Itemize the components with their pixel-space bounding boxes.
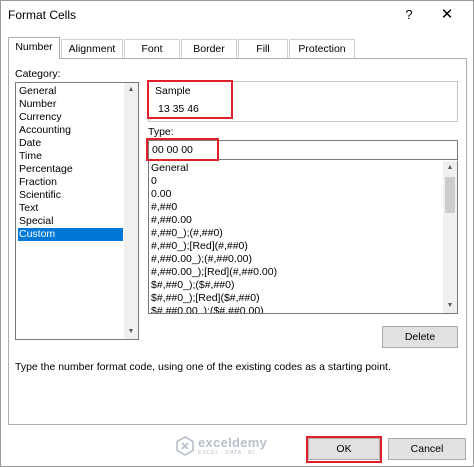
- tab-alignment[interactable]: Alignment: [61, 39, 123, 58]
- category-item-general[interactable]: General: [18, 85, 123, 98]
- category-item-number[interactable]: Number: [18, 98, 123, 111]
- format-item[interactable]: #,##0: [151, 201, 177, 214]
- type-highlight-box: [146, 138, 219, 161]
- format-item[interactable]: $#,##0_);($#,##0): [151, 279, 234, 292]
- tab-number[interactable]: Number: [8, 37, 60, 59]
- category-item-time[interactable]: Time: [18, 150, 123, 163]
- tab-protection[interactable]: Protection: [289, 39, 355, 58]
- dialog-title: Format Cells: [8, 8, 77, 22]
- format-item[interactable]: #,##0_);[Red](#,##0): [151, 240, 248, 253]
- ok-highlight-box: [306, 436, 382, 463]
- format-item[interactable]: 0: [151, 175, 157, 188]
- category-item-fraction[interactable]: Fraction: [18, 176, 123, 189]
- format-item[interactable]: #,##0.00_);[Red](#,##0.00): [151, 266, 277, 279]
- tab-font[interactable]: Font: [124, 39, 180, 58]
- category-item-date[interactable]: Date: [18, 137, 123, 150]
- category-item-custom[interactable]: Custom: [18, 228, 123, 241]
- cancel-button[interactable]: Cancel: [388, 438, 466, 460]
- format-item[interactable]: General: [151, 162, 188, 175]
- type-label: Type:: [148, 126, 174, 138]
- format-item[interactable]: #,##0.00: [151, 214, 192, 227]
- title-bar: Format Cells ? ✕: [1, 1, 473, 29]
- format-item[interactable]: $#,##0_);[Red]($#,##0): [151, 292, 260, 305]
- category-scrollbar[interactable]: ▲ ▼: [124, 83, 138, 339]
- scroll-down-arrow-icon[interactable]: ▼: [124, 325, 138, 339]
- category-item-accounting[interactable]: Accounting: [18, 124, 123, 137]
- format-item[interactable]: #,##0_);(#,##0): [151, 227, 223, 240]
- category-item-text[interactable]: Text: [18, 202, 123, 215]
- format-code-list[interactable]: General 0 0.00 #,##0 #,##0.00 #,##0_);(#…: [148, 161, 458, 314]
- sample-highlight-box: [147, 80, 233, 119]
- format-cells-dialog: Format Cells ? ✕ Number Alignment Font B…: [0, 0, 474, 467]
- watermark-tagline: EXCEL · DATA · BI: [198, 450, 255, 456]
- category-item-currency[interactable]: Currency: [18, 111, 123, 124]
- delete-button[interactable]: Delete: [382, 326, 458, 348]
- exceldemy-watermark: exceldemy EXCEL · DATA · BI: [176, 435, 296, 459]
- watermark-name: exceldemy: [198, 435, 268, 450]
- category-label: Category:: [15, 68, 61, 80]
- help-button[interactable]: ?: [397, 5, 421, 25]
- scroll-down-arrow-icon[interactable]: ▼: [443, 299, 457, 313]
- scroll-thumb[interactable]: [445, 177, 455, 213]
- category-item-percentage[interactable]: Percentage: [18, 163, 123, 176]
- category-list[interactable]: General Number Currency Accounting Date …: [15, 82, 139, 340]
- scroll-up-arrow-icon[interactable]: ▲: [124, 83, 138, 97]
- format-item[interactable]: #,##0.00_);(#,##0.00): [151, 253, 252, 266]
- tab-fill[interactable]: Fill: [238, 39, 288, 58]
- format-list-scrollbar[interactable]: ▲ ▼: [443, 161, 457, 313]
- close-button[interactable]: ✕: [429, 5, 465, 25]
- format-item[interactable]: $#,##0.00_);($#,##0.00): [151, 305, 264, 313]
- exceldemy-logo-icon: [176, 436, 194, 456]
- category-item-scientific[interactable]: Scientific: [18, 189, 123, 202]
- format-item[interactable]: 0.00: [151, 188, 171, 201]
- tab-border[interactable]: Border: [181, 39, 237, 58]
- category-item-special[interactable]: Special: [18, 215, 123, 228]
- help-hint-text: Type the number format code, using one o…: [15, 361, 391, 373]
- scroll-up-arrow-icon[interactable]: ▲: [443, 161, 457, 175]
